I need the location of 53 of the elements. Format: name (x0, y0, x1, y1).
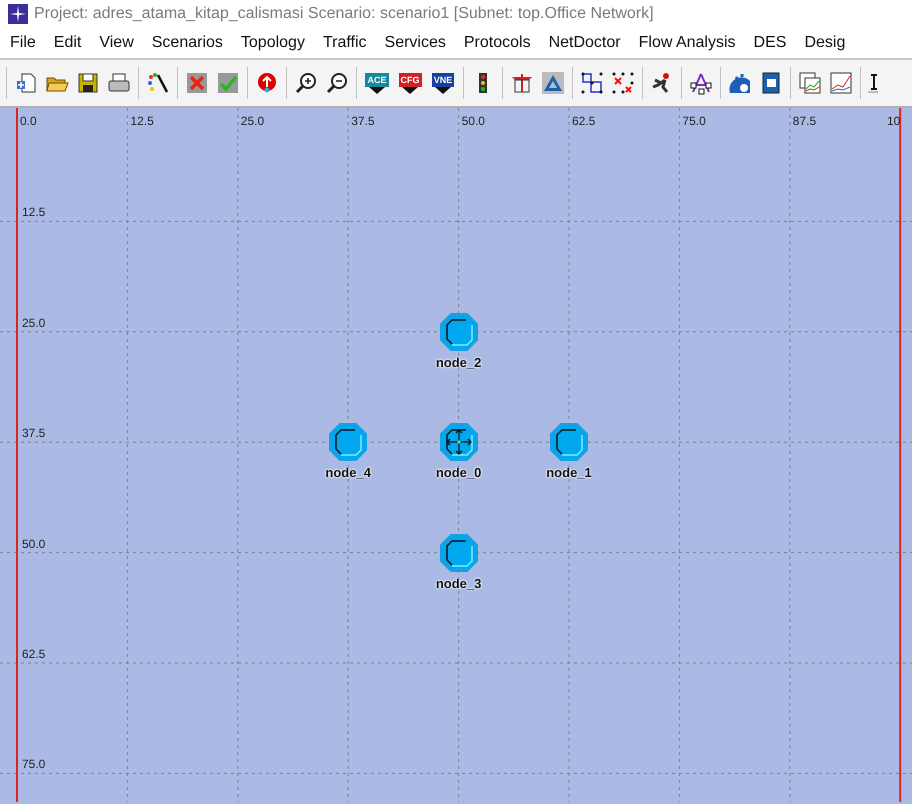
ruler-label: 62.5 (22, 647, 46, 661)
compass-icon[interactable] (689, 71, 713, 95)
node-icon[interactable] (549, 422, 589, 462)
menu-item[interactable]: Flow Analysis (638, 34, 736, 52)
ruler-label: 75.0 (22, 757, 46, 772)
fail-node-icon[interactable] (185, 71, 209, 95)
zoom-out-icon[interactable] (325, 71, 349, 95)
check-node-icon[interactable] (216, 71, 240, 95)
menu-item[interactable]: View (99, 34, 134, 52)
line-chart-icon[interactable] (829, 71, 853, 95)
ruler-label: 50.0 (22, 536, 46, 551)
ruler-label: 50.0 (462, 114, 485, 128)
menu-item[interactable]: Desig (804, 34, 846, 52)
antenna-icon[interactable] (510, 71, 534, 95)
ruler-label: 25.0 (240, 114, 264, 128)
menu-item[interactable]: Protocols (464, 34, 531, 52)
delete-grid-icon[interactable] (611, 71, 635, 95)
topology-grid-icon[interactable] (580, 71, 604, 95)
node-label: node_2 (436, 354, 482, 370)
node-palette-icon[interactable] (146, 71, 170, 95)
node-label: node_0 (436, 465, 482, 480)
ruler-label: 25.0 (22, 316, 46, 330)
menu-item[interactable]: Topology (240, 34, 305, 52)
menu-item[interactable]: Traffic (322, 34, 367, 52)
ruler-label: 37.5 (351, 114, 375, 128)
new-document-icon[interactable] (14, 71, 38, 95)
node-label: node_3 (436, 576, 482, 591)
ruler-label: 87.5 (792, 114, 816, 128)
menu-item[interactable]: DES (754, 34, 786, 52)
menu-item[interactable]: Edit (54, 34, 82, 52)
node-icon[interactable] (438, 312, 479, 352)
ruler-label: 12.5 (22, 205, 46, 220)
ruler-label: 0.0 (20, 114, 37, 128)
window-title: Project: adres_atama_kitap_calismasi Scenario: scenario1 [Subnet: top.Office Network] (34, 5, 654, 23)
graph-stack-icon[interactable] (798, 71, 822, 95)
menu-item[interactable]: File (10, 34, 36, 52)
ruler-label: 37.5 (22, 426, 46, 440)
ruler-label: 12.5 (130, 114, 154, 128)
save-icon[interactable] (76, 71, 100, 95)
zoom-in-icon[interactable] (294, 71, 318, 95)
cursor-icon[interactable] (868, 71, 878, 95)
hub-node-icon[interactable] (438, 422, 479, 462)
menu-item[interactable]: Scenarios (152, 34, 223, 52)
menu-item[interactable]: NetDoctor (548, 34, 621, 52)
node-icon[interactable] (328, 422, 368, 462)
node-icon[interactable] (438, 532, 479, 573)
node-label: node_4 (325, 465, 371, 480)
menu-item[interactable]: Services (384, 34, 446, 52)
ruler-label: 75.0 (682, 114, 706, 128)
ruler-label: 62.5 (572, 114, 596, 128)
pin-icon[interactable] (255, 71, 279, 95)
node-label: node_1 (546, 465, 592, 480)
app-logo-icon (8, 4, 28, 24)
